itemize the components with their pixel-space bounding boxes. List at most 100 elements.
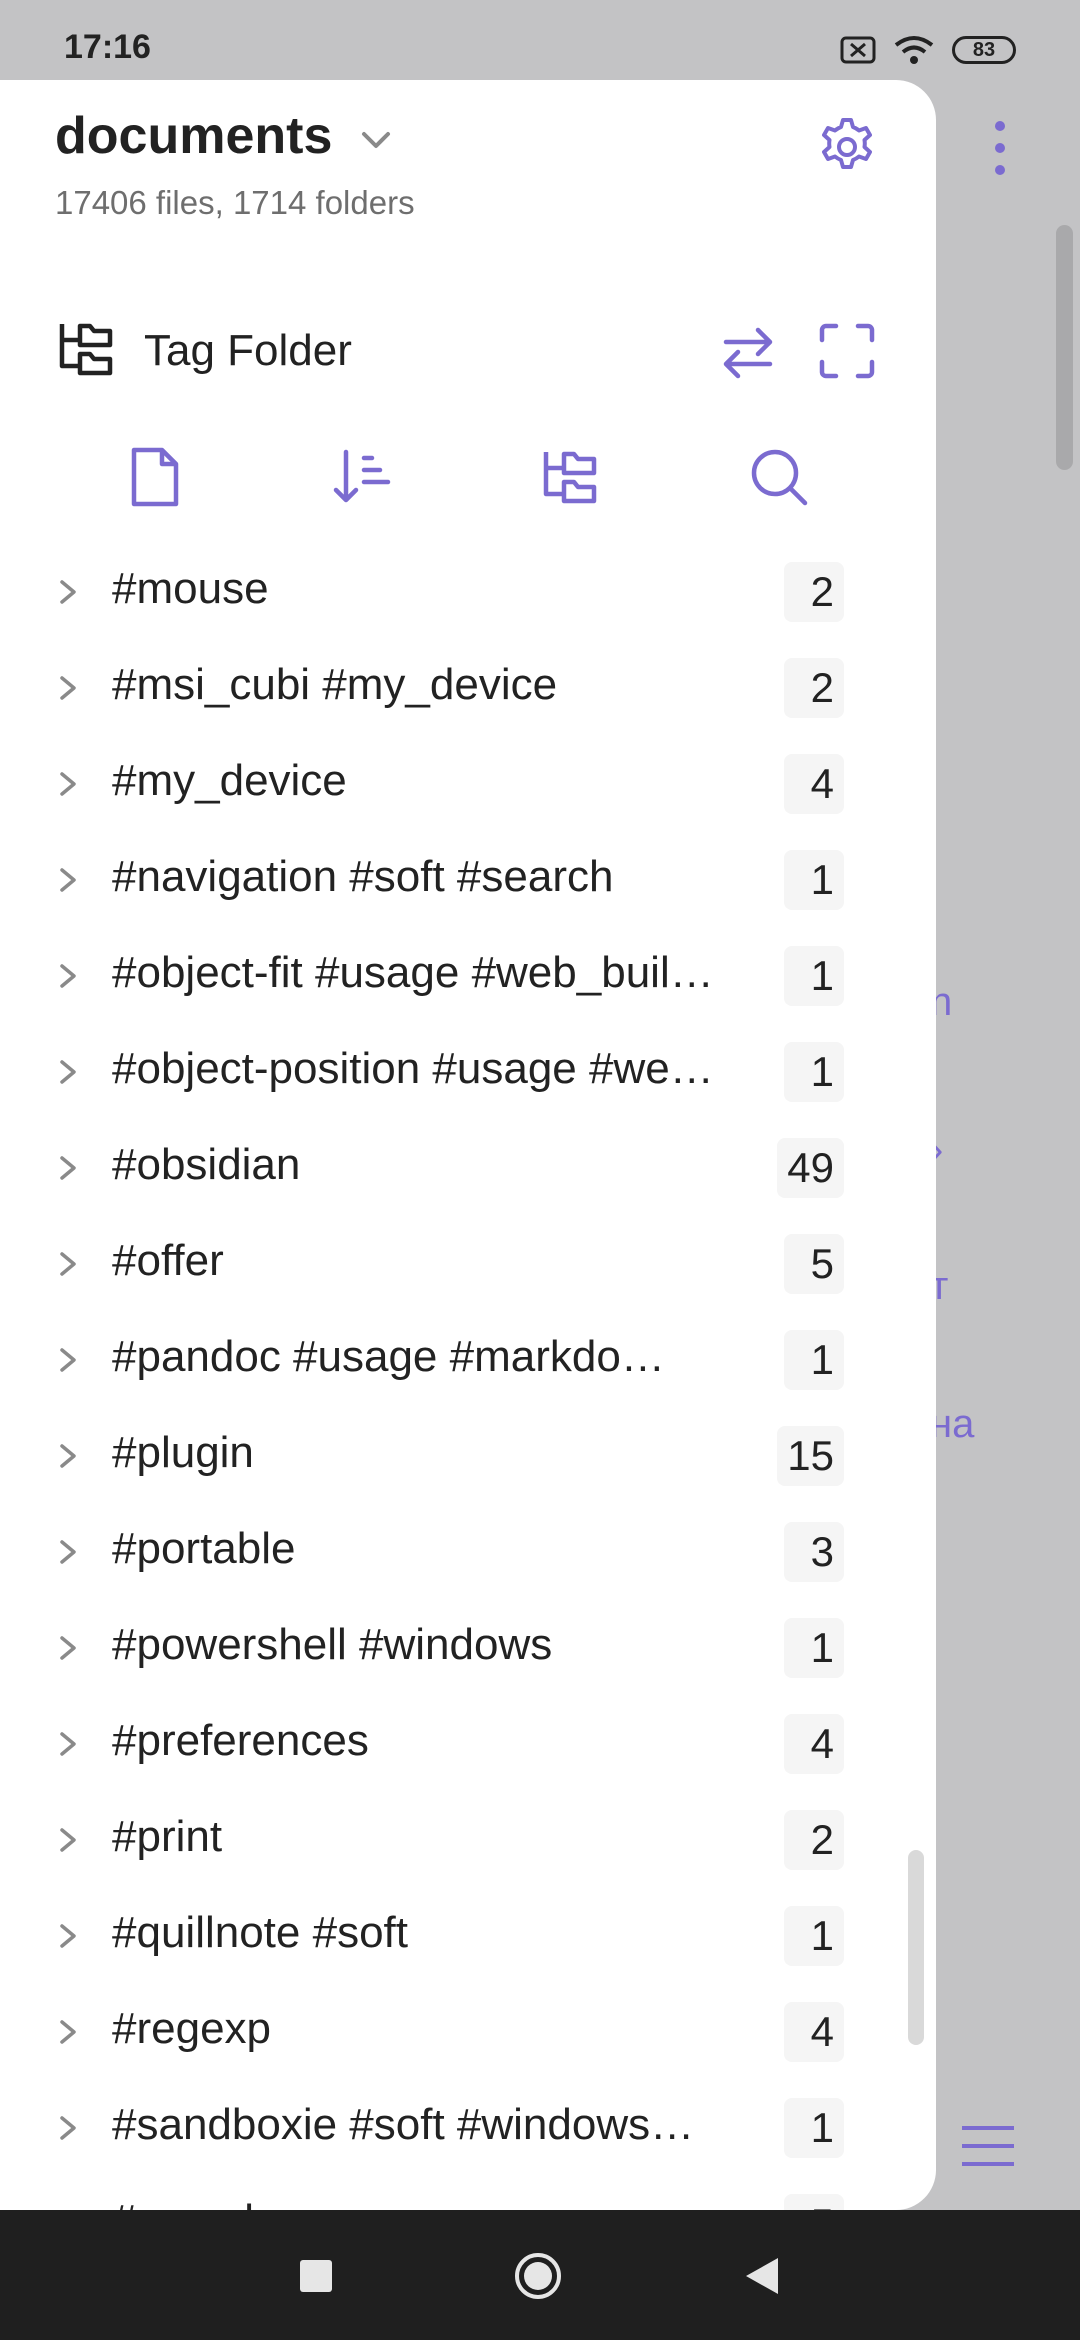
tag-list: #mouse 2 #msi_cubi #my_device 2 #my_device 4 #…: [0, 544, 936, 2210]
chevron-right-icon[interactable]: [56, 2114, 80, 2142]
tag-row[interactable]: #quillnote #soft 1: [0, 1888, 936, 1984]
tag-count: 1: [784, 2098, 844, 2158]
tag-label[interactable]: #quillnote #soft: [112, 1908, 408, 1958]
menu-icon[interactable]: [962, 2124, 1014, 2168]
tag-count: 1: [784, 1330, 844, 1390]
tag-row[interactable]: #pandoc #usage #markdo… 1: [0, 1312, 936, 1408]
swap-icon[interactable]: [718, 326, 778, 380]
tag-count: 5: [784, 1234, 844, 1294]
tag-label[interactable]: #mouse: [112, 564, 269, 614]
battery-indicator: 83: [952, 36, 1016, 64]
tag-row[interactable]: #obsidian 49: [0, 1120, 936, 1216]
tag-count: 4: [784, 2002, 844, 2062]
tag-count: 1: [784, 1906, 844, 1966]
tag-label[interactable]: #object-position #usage #we…: [112, 1044, 714, 1094]
tag-row[interactable]: #object-fit #usage #web_buil… 1: [0, 928, 936, 1024]
back-button[interactable]: [744, 2256, 780, 2296]
chevron-right-icon[interactable]: [56, 1538, 80, 1566]
tag-count: 1: [784, 1618, 844, 1678]
tag-count: 1: [784, 946, 844, 1006]
chevron-down-icon[interactable]: [358, 122, 394, 158]
chevron-right-icon[interactable]: [56, 2018, 80, 2046]
tag-row[interactable]: #my_device 4: [0, 736, 936, 832]
tag-label[interactable]: #pandoc #usage #markdo…: [112, 1332, 665, 1382]
tag-row[interactable]: #navigation #soft #search 1: [0, 832, 936, 928]
chevron-right-icon[interactable]: [56, 1250, 80, 1278]
expand-icon[interactable]: [818, 322, 876, 380]
tag-count: 3: [784, 1522, 844, 1582]
tag-label[interactable]: #offer: [112, 1236, 224, 1286]
tag-count: 49: [777, 1138, 844, 1198]
tag-folder-icon: [59, 323, 113, 376]
chevron-right-icon[interactable]: [56, 1922, 80, 1950]
search-icon[interactable]: [748, 446, 810, 508]
chevron-right-icon[interactable]: [56, 962, 80, 990]
tag-folder-header: Tag Folder: [0, 302, 936, 392]
sort-icon[interactable]: [332, 446, 394, 508]
chevron-right-icon[interactable]: [56, 1826, 80, 1854]
tag-label[interactable]: #search: [112, 2196, 269, 2210]
tag-row[interactable]: #offer 5: [0, 1216, 936, 1312]
recent-apps-button[interactable]: [300, 2260, 332, 2292]
tag-label[interactable]: #regexp: [112, 2004, 271, 2054]
tag-label[interactable]: #sandboxie #soft #windows…: [112, 2100, 694, 2150]
more-options-icon[interactable]: [990, 118, 1010, 178]
tag-row[interactable]: #portable 3: [0, 1504, 936, 1600]
tag-row[interactable]: #search 5: [0, 2176, 936, 2210]
status-bar: 17:16 83: [0, 0, 1080, 100]
background-text: на: [930, 1402, 975, 1446]
tag-row[interactable]: #preferences 4: [0, 1696, 936, 1792]
view-title: Tag Folder: [144, 326, 352, 375]
chevron-right-icon[interactable]: [56, 578, 80, 606]
navigation-bar: [0, 2210, 1080, 2340]
tag-row[interactable]: #plugin 15: [0, 1408, 936, 1504]
tag-folder-drawer: documents 17406 files, 1714 folders Tag …: [0, 80, 936, 2210]
sim-off-icon: [840, 36, 876, 64]
tag-label[interactable]: #my_device: [112, 756, 347, 806]
chevron-right-icon[interactable]: [56, 1346, 80, 1374]
chevron-right-icon[interactable]: [56, 674, 80, 702]
tag-row[interactable]: #object-position #usage #we… 1: [0, 1024, 936, 1120]
tag-label[interactable]: #navigation #soft #search: [112, 852, 613, 902]
tag-label[interactable]: #msi_cubi #my_device: [112, 660, 557, 710]
folder-tree-icon[interactable]: [540, 446, 602, 508]
tag-row[interactable]: #print 2: [0, 1792, 936, 1888]
vault-stats: 17406 files, 1714 folders: [55, 184, 415, 221]
tag-row[interactable]: #sandboxie #soft #windows… 1: [0, 2080, 936, 2176]
tag-label[interactable]: #object-fit #usage #web_buil…: [112, 948, 714, 998]
tag-count: 2: [784, 562, 844, 622]
tag-count: 15: [777, 1426, 844, 1486]
chevron-right-icon[interactable]: [56, 1634, 80, 1662]
tag-count: 1: [784, 850, 844, 910]
tag-count: 1: [784, 1042, 844, 1102]
tag-label[interactable]: #preferences: [112, 1716, 369, 1766]
tag-count: 5: [784, 2194, 844, 2210]
tag-label[interactable]: #powershell #windows: [112, 1620, 552, 1670]
tag-count: 2: [784, 658, 844, 718]
tag-label[interactable]: #obsidian: [112, 1140, 300, 1190]
tag-row[interactable]: #msi_cubi #my_device 2: [0, 640, 936, 736]
tag-count: 2: [784, 1810, 844, 1870]
drawer-scrollbar[interactable]: [908, 1850, 924, 2045]
chevron-right-icon[interactable]: [56, 1058, 80, 1086]
main-scrollbar[interactable]: [1056, 225, 1073, 470]
chevron-right-icon[interactable]: [56, 770, 80, 798]
chevron-right-icon[interactable]: [56, 866, 80, 894]
tag-label[interactable]: #plugin: [112, 1428, 254, 1478]
chevron-right-icon[interactable]: [56, 1154, 80, 1182]
vault-title[interactable]: documents: [55, 106, 332, 166]
status-icons: 83: [840, 32, 1016, 68]
tag-count: 4: [784, 1714, 844, 1774]
chevron-right-icon[interactable]: [56, 1442, 80, 1470]
tag-label[interactable]: #print: [112, 1812, 222, 1862]
status-time: 17:16: [64, 28, 151, 66]
tag-row[interactable]: #regexp 4: [0, 1984, 936, 2080]
home-button[interactable]: [514, 2252, 562, 2300]
wifi-icon: [894, 36, 934, 64]
tag-row[interactable]: #mouse 2: [0, 544, 936, 640]
tag-label[interactable]: #portable: [112, 1524, 295, 1574]
gear-icon[interactable]: [816, 116, 878, 178]
chevron-right-icon[interactable]: [56, 1730, 80, 1758]
new-file-icon[interactable]: [124, 446, 186, 508]
tag-row[interactable]: #powershell #windows 1: [0, 1600, 936, 1696]
